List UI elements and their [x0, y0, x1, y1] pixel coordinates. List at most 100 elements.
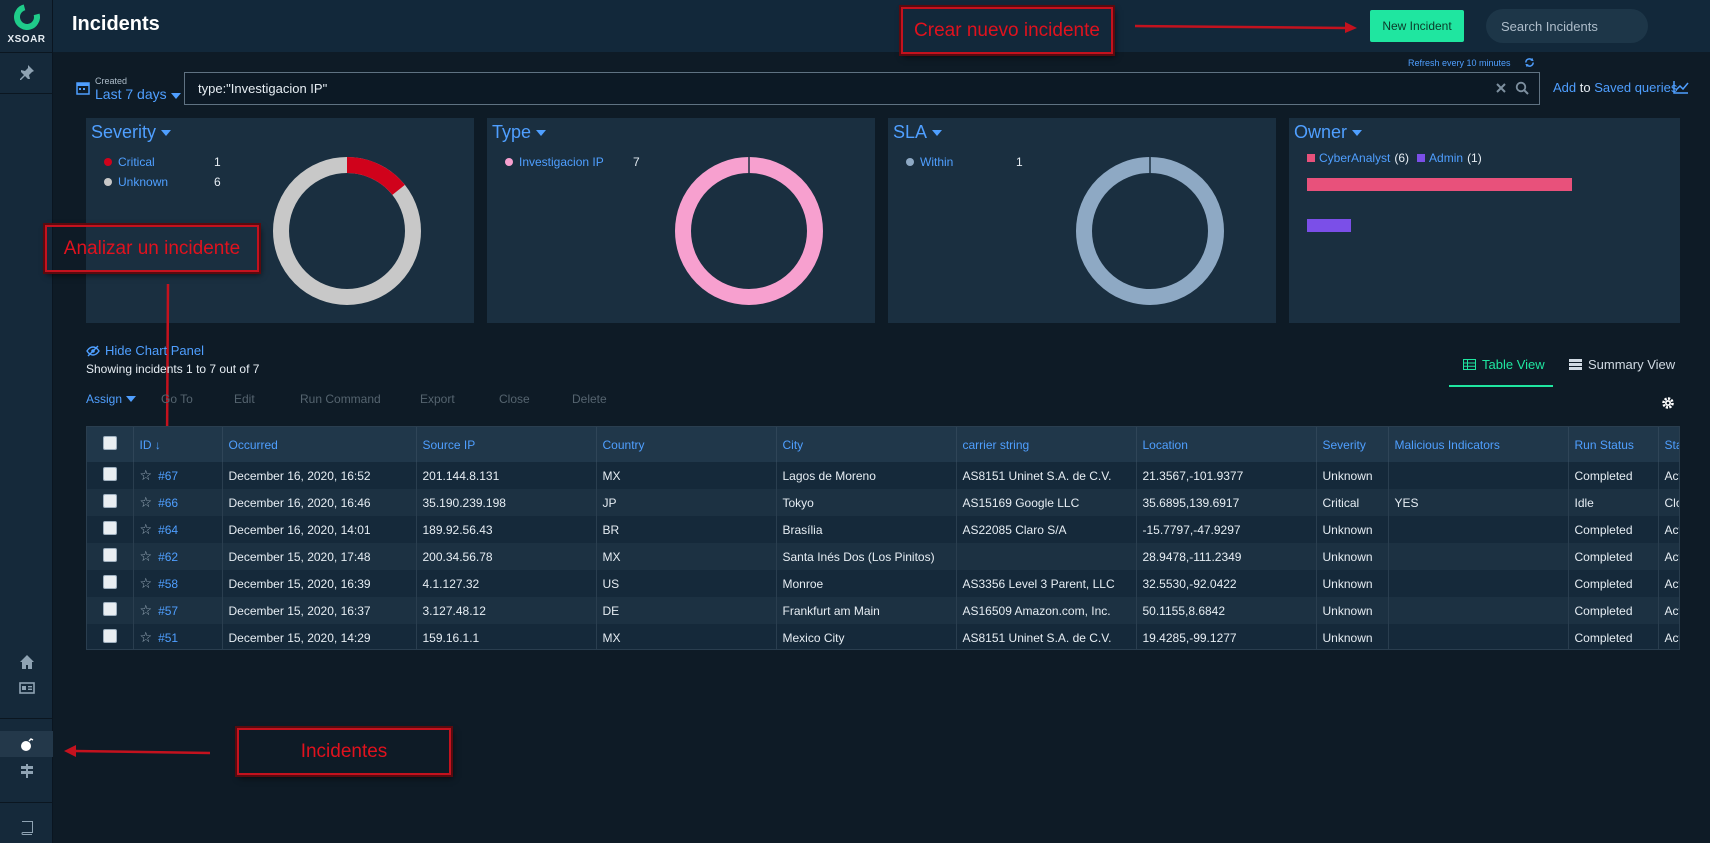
- add-query-link[interactable]: Add: [1553, 80, 1576, 95]
- cell-id[interactable]: ☆ #58: [133, 570, 223, 597]
- table-row[interactable]: ☆ #64 December 16, 2020, 14:01 189.92.56.43…: [87, 516, 1679, 543]
- cell-id[interactable]: ☆ #57: [133, 597, 223, 624]
- star-icon[interactable]: ☆: [140, 494, 153, 510]
- xsoar-logo[interactable]: XSOAR: [0, 0, 53, 45]
- legend-item-investigacion-ip[interactable]: Investigacion IP 7: [505, 155, 640, 169]
- row-checkbox[interactable]: [102, 467, 117, 481]
- incident-id-link[interactable]: #67: [158, 469, 178, 483]
- edit-button[interactable]: Edit: [234, 392, 255, 406]
- cell-id[interactable]: ☆ #66: [133, 489, 223, 516]
- clear-query-icon[interactable]: [1495, 82, 1507, 94]
- sla-widget-title[interactable]: SLA: [893, 122, 943, 143]
- legend-label[interactable]: Admin: [1429, 151, 1463, 165]
- row-select-cell[interactable]: [87, 624, 134, 649]
- assign-button[interactable]: Assign: [86, 392, 137, 406]
- column-header-id[interactable]: ID ↓: [133, 427, 223, 462]
- row-select-cell[interactable]: [87, 462, 134, 489]
- incident-id-link[interactable]: #62: [158, 550, 178, 564]
- cell-id[interactable]: ☆ #62: [133, 543, 223, 570]
- refresh-icon[interactable]: [1524, 57, 1535, 68]
- run-command-button[interactable]: Run Command: [300, 392, 381, 406]
- close-button[interactable]: Close: [499, 392, 530, 406]
- hide-chart-panel-button[interactable]: Hide Chart Panel: [86, 343, 204, 358]
- incident-id-link[interactable]: #64: [158, 523, 178, 537]
- column-header-malicious[interactable]: Malicious Indicators: [1388, 427, 1569, 462]
- legend-item-within[interactable]: Within 1: [906, 155, 1023, 169]
- gear-icon[interactable]: [1661, 396, 1675, 410]
- incident-id-link[interactable]: #58: [158, 577, 178, 591]
- table-row[interactable]: ☆ #58 December 15, 2020, 16:39 4.1.127.32 US…: [87, 570, 1679, 597]
- reports-icon[interactable]: [0, 675, 53, 701]
- owner-bar-cyberanalyst[interactable]: [1307, 178, 1572, 191]
- table-row[interactable]: ☆ #51 December 15, 2020, 14:29 159.16.1.1 MX…: [87, 624, 1679, 649]
- star-icon[interactable]: ☆: [140, 602, 153, 618]
- pin-icon[interactable]: [0, 59, 53, 85]
- column-header-carrier[interactable]: carrier string: [956, 427, 1137, 462]
- row-checkbox[interactable]: [102, 629, 117, 643]
- column-header-location[interactable]: Location: [1136, 427, 1317, 462]
- search-incidents-input[interactable]: Search Incidents: [1486, 9, 1648, 43]
- query-input[interactable]: type:"Investigacion IP": [184, 72, 1540, 105]
- type-donut-chart[interactable]: [673, 155, 825, 307]
- cell-id[interactable]: ☆ #64: [133, 516, 223, 543]
- row-select-cell[interactable]: [87, 516, 134, 543]
- type-widget-title[interactable]: Type: [492, 122, 547, 143]
- created-value[interactable]: Last 7 days: [95, 86, 181, 102]
- row-checkbox[interactable]: [102, 602, 117, 616]
- select-all-header[interactable]: [87, 427, 134, 462]
- severity-donut-chart[interactable]: [271, 155, 423, 307]
- donut-slice-within[interactable]: [1076, 157, 1224, 305]
- star-icon[interactable]: ☆: [140, 548, 153, 564]
- legend-item-unknown[interactable]: Unknown 6: [104, 175, 221, 189]
- star-icon[interactable]: ☆: [140, 629, 153, 645]
- owner-bar-admin[interactable]: [1307, 219, 1351, 232]
- table-row[interactable]: ☆ #62 December 15, 2020, 17:48 200.34.56.78…: [87, 543, 1679, 570]
- line-chart-icon[interactable]: [1673, 80, 1689, 94]
- row-select-cell[interactable]: [87, 597, 134, 624]
- table-row[interactable]: ☆ #66 December 16, 2020, 16:46 35.190.239.1…: [87, 489, 1679, 516]
- search-icon[interactable]: [1515, 81, 1529, 95]
- sign-post-icon[interactable]: [0, 758, 53, 784]
- cell-id[interactable]: ☆ #51: [133, 624, 223, 649]
- severity-widget-title[interactable]: Severity: [91, 122, 172, 143]
- column-header-run-status[interactable]: Run Status: [1568, 427, 1659, 462]
- select-all-checkbox[interactable]: [102, 436, 117, 450]
- row-select-cell[interactable]: [87, 543, 134, 570]
- star-icon[interactable]: ☆: [140, 575, 153, 591]
- column-header-occurred[interactable]: Occurred: [222, 427, 417, 462]
- row-checkbox[interactable]: [102, 494, 117, 508]
- star-icon[interactable]: ☆: [140, 521, 153, 537]
- saved-queries-link[interactable]: Add to Saved queries: [1553, 80, 1677, 95]
- column-header-country[interactable]: Country: [596, 427, 777, 462]
- column-header-city[interactable]: City: [776, 427, 957, 462]
- home-icon[interactable]: [0, 649, 53, 675]
- row-checkbox[interactable]: [102, 548, 117, 562]
- row-select-cell[interactable]: [87, 489, 134, 516]
- column-header-status[interactable]: Status: [1658, 427, 1679, 462]
- row-checkbox[interactable]: [102, 575, 117, 589]
- tab-summary-view[interactable]: Summary View: [1569, 357, 1675, 372]
- column-header-source-ip[interactable]: Source IP: [416, 427, 597, 462]
- goto-button[interactable]: Go To: [161, 392, 193, 406]
- row-checkbox[interactable]: [102, 521, 117, 535]
- owner-widget-title[interactable]: Owner: [1294, 122, 1363, 143]
- cell-id[interactable]: ☆ #67: [133, 462, 223, 489]
- incident-id-link[interactable]: #66: [158, 496, 178, 510]
- saved-queries-label[interactable]: Saved queries: [1594, 80, 1677, 95]
- book-icon[interactable]: [0, 815, 53, 841]
- new-incident-button[interactable]: New Incident: [1370, 10, 1464, 42]
- donut-slice-investigacion-ip[interactable]: [675, 157, 823, 305]
- table-row[interactable]: ☆ #57 December 15, 2020, 16:37 3.127.48.12 D…: [87, 597, 1679, 624]
- column-header-severity[interactable]: Severity: [1316, 427, 1389, 462]
- incident-id-link[interactable]: #51: [158, 631, 178, 645]
- incidents-bomb-icon[interactable]: [0, 731, 53, 757]
- legend-label[interactable]: CyberAnalyst: [1319, 151, 1390, 165]
- table-row[interactable]: ☆ #67 December 16, 2020, 16:52 201.144.8.13…: [87, 462, 1679, 489]
- row-select-cell[interactable]: [87, 570, 134, 597]
- export-button[interactable]: Export: [420, 392, 455, 406]
- tab-table-view[interactable]: Table View: [1463, 357, 1545, 372]
- star-icon[interactable]: ☆: [140, 467, 153, 483]
- delete-button[interactable]: Delete: [572, 392, 607, 406]
- sla-donut-chart[interactable]: [1074, 155, 1226, 307]
- legend-item-critical[interactable]: Critical 1: [104, 155, 221, 169]
